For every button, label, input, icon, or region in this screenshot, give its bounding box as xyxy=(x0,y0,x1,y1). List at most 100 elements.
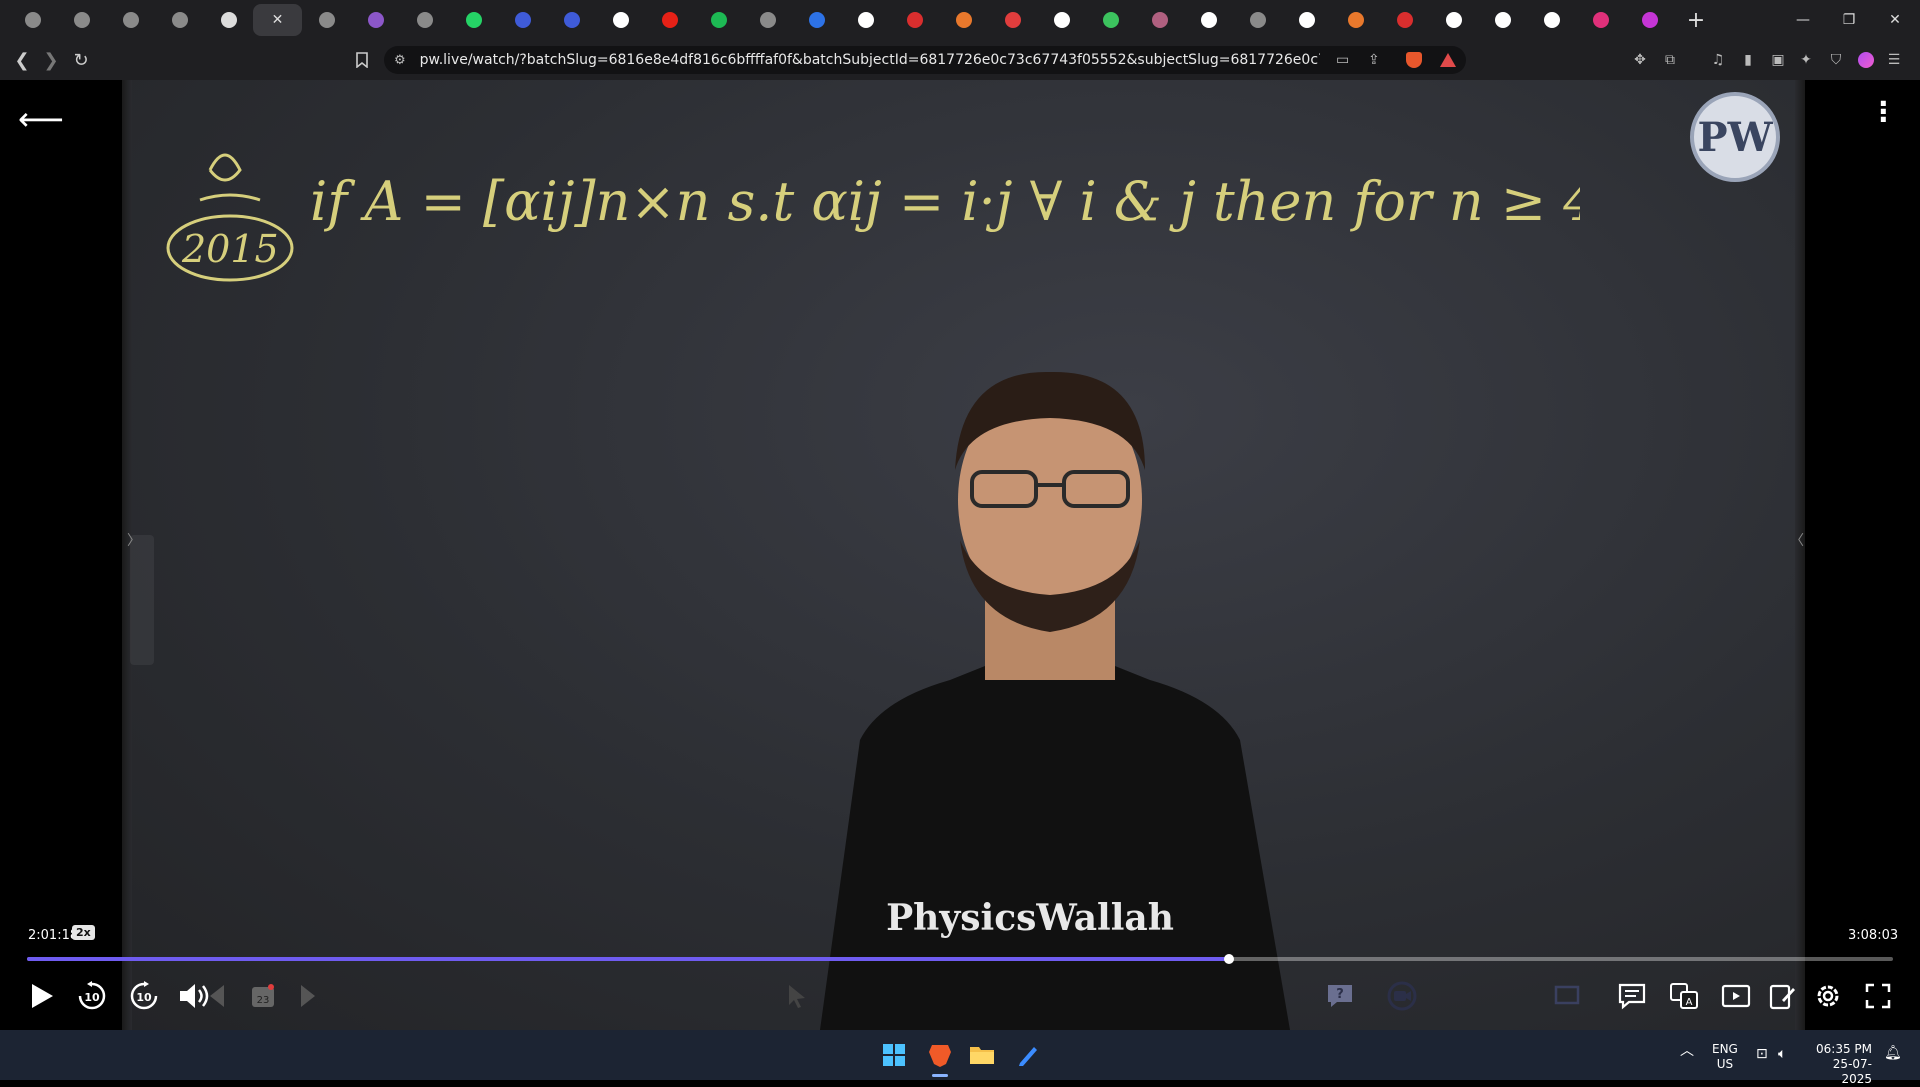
pointer-icon[interactable] xyxy=(782,978,812,1014)
prev-page-icon[interactable] xyxy=(205,978,229,1014)
whiteboard-icon[interactable] xyxy=(1552,978,1582,1014)
brave-shield-icon[interactable] xyxy=(1406,52,1422,68)
doubt-icon[interactable]: ? xyxy=(1324,978,1356,1014)
browser-tab[interactable] xyxy=(1478,4,1527,36)
cast-icon[interactable]: ▭ xyxy=(1336,52,1349,68)
browser-tab[interactable] xyxy=(1086,4,1135,36)
site-settings-icon[interactable]: ⚙ xyxy=(394,53,406,68)
browser-tab[interactable] xyxy=(645,4,694,36)
picture-in-picture-icon[interactable] xyxy=(1720,978,1752,1014)
speaker-icon[interactable]: 🔈︎ xyxy=(1778,1047,1786,1062)
settings-icon[interactable] xyxy=(1810,978,1846,1014)
question-text: if A = [αij]n×n s.t αij = i·j ∀ i & j th… xyxy=(310,170,1580,233)
clock[interactable]: 06:35 PM 25-07-2025 xyxy=(1812,1042,1872,1087)
browser-tab[interactable] xyxy=(204,4,253,36)
browser-tab[interactable] xyxy=(498,4,547,36)
play-icon[interactable] xyxy=(24,978,60,1014)
url-text[interactable]: pw.live/watch/?batchSlug=6816e8e4df816c6… xyxy=(420,52,1320,68)
brave-rewards-icon[interactable] xyxy=(1440,53,1456,67)
speed-badge[interactable]: 2x xyxy=(72,925,95,940)
browser-tab[interactable] xyxy=(1527,4,1576,36)
browser-tab[interactable] xyxy=(792,4,841,36)
f-icon xyxy=(808,12,825,28)
next-page-icon[interactable] xyxy=(296,978,320,1014)
chevron-right-icon[interactable]: 〉 xyxy=(127,530,141,550)
windows-start-icon[interactable] xyxy=(878,1039,910,1071)
browser-tab[interactable] xyxy=(1184,4,1233,36)
forward-10-icon[interactable]: 10 xyxy=(126,978,162,1014)
show-hidden-icons[interactable]: ︿ xyxy=(1680,1044,1694,1059)
bookmark-icon[interactable] xyxy=(348,46,376,74)
player-back-icon[interactable]: ⟵ xyxy=(18,100,64,138)
side-panel-handle[interactable] xyxy=(130,535,154,665)
minimize-icon[interactable]: — xyxy=(1780,0,1826,40)
back-icon[interactable]: ❮ xyxy=(8,46,36,74)
vpn-icon[interactable]: ⛉ xyxy=(1826,50,1846,70)
forward-icon[interactable]: ❯ xyxy=(37,46,65,74)
browser-tab[interactable] xyxy=(890,4,939,36)
address-bar: ❮ ❯ ↻ ⚙ pw.live/watch/?batchSlug=6816e8e… xyxy=(0,40,1920,80)
sidebar-icon[interactable]: ▮ xyxy=(1738,50,1758,70)
brave-browser-icon[interactable] xyxy=(924,1039,956,1071)
browser-tab[interactable] xyxy=(106,4,155,36)
browser-tab[interactable] xyxy=(939,4,988,36)
browser-tab[interactable] xyxy=(351,4,400,36)
pen-app-icon[interactable] xyxy=(1012,1039,1044,1071)
music-icon[interactable]: ♫ xyxy=(1708,50,1728,70)
extensions-icon[interactable]: ✥ xyxy=(1630,50,1650,70)
comments-icon[interactable] xyxy=(1616,978,1648,1014)
browser-tab[interactable] xyxy=(8,4,57,36)
gear-circle-icon xyxy=(171,12,188,28)
browser-tab[interactable] xyxy=(449,4,498,36)
video-call-icon[interactable] xyxy=(1380,978,1424,1014)
browser-tab[interactable] xyxy=(400,4,449,36)
close-window-icon[interactable]: ✕ xyxy=(1872,0,1918,40)
browser-tab[interactable] xyxy=(57,4,106,36)
notification-bell-icon[interactable]: 🔔︎ xyxy=(1884,1046,1902,1061)
browser-tab[interactable] xyxy=(841,4,890,36)
browser-tab[interactable] xyxy=(1331,4,1380,36)
url-bar[interactable]: ⚙ pw.live/watch/?batchSlug=6816e8e4df816… xyxy=(384,46,1466,74)
browser-tab[interactable] xyxy=(1380,4,1429,36)
menu-icon[interactable]: ☰ xyxy=(1884,50,1904,70)
fullscreen-icon[interactable] xyxy=(1860,978,1896,1014)
browser-tab[interactable]: ✕ xyxy=(253,4,302,36)
new-tab-button[interactable]: + xyxy=(1678,4,1714,36)
browser-tab[interactable] xyxy=(155,4,204,36)
browser-tab[interactable] xyxy=(743,4,792,36)
wallet-icon[interactable]: ▣ xyxy=(1768,50,1788,70)
close-icon[interactable]: ✕ xyxy=(272,12,284,28)
browser-tab[interactable] xyxy=(1576,4,1625,36)
browser-tab[interactable] xyxy=(547,4,596,36)
whatsapp-icon xyxy=(465,12,482,28)
browser-tab[interactable] xyxy=(1135,4,1184,36)
browser-tab[interactable] xyxy=(302,4,351,36)
language-indicator[interactable]: ENG US xyxy=(1712,1042,1738,1072)
leo-icon[interactable]: ✦ xyxy=(1796,50,1816,70)
fire-icon xyxy=(1347,12,1364,28)
calendar-icon[interactable]: 23 xyxy=(248,978,278,1014)
browser-tab[interactable] xyxy=(596,4,645,36)
video-player[interactable]: 〉 〈 2015 if A = [αij]n×n s.t αij = i·j ∀… xyxy=(0,80,1920,1030)
screenshot-icon[interactable]: ⧉ xyxy=(1660,50,1680,70)
rewind-10-icon[interactable]: 10 xyxy=(74,978,110,1014)
chevron-left-icon[interactable]: 〈 xyxy=(1790,530,1804,550)
reload-icon[interactable]: ↻ xyxy=(67,46,95,74)
profile-icon[interactable] xyxy=(1856,50,1876,70)
file-explorer-icon[interactable] xyxy=(966,1039,998,1071)
share-icon[interactable]: ⇪ xyxy=(1368,52,1380,68)
browser-tab[interactable] xyxy=(694,4,743,36)
browser-tab[interactable] xyxy=(1037,4,1086,36)
notes-icon[interactable] xyxy=(1766,978,1798,1014)
translate-icon[interactable]: A xyxy=(1668,978,1700,1014)
more-options-icon[interactable]: · · · xyxy=(1878,90,1889,134)
browser-tab[interactable] xyxy=(1429,4,1478,36)
progress-bar[interactable] xyxy=(27,954,1893,964)
browser-tab[interactable] xyxy=(1233,4,1282,36)
progress-knob[interactable] xyxy=(1223,954,1234,964)
network-icon[interactable]: ⊡ xyxy=(1756,1047,1768,1062)
browser-tab[interactable] xyxy=(1282,4,1331,36)
browser-tab[interactable] xyxy=(1625,4,1674,36)
browser-tab[interactable] xyxy=(988,4,1037,36)
restore-icon[interactable]: ❐ xyxy=(1826,0,1872,40)
